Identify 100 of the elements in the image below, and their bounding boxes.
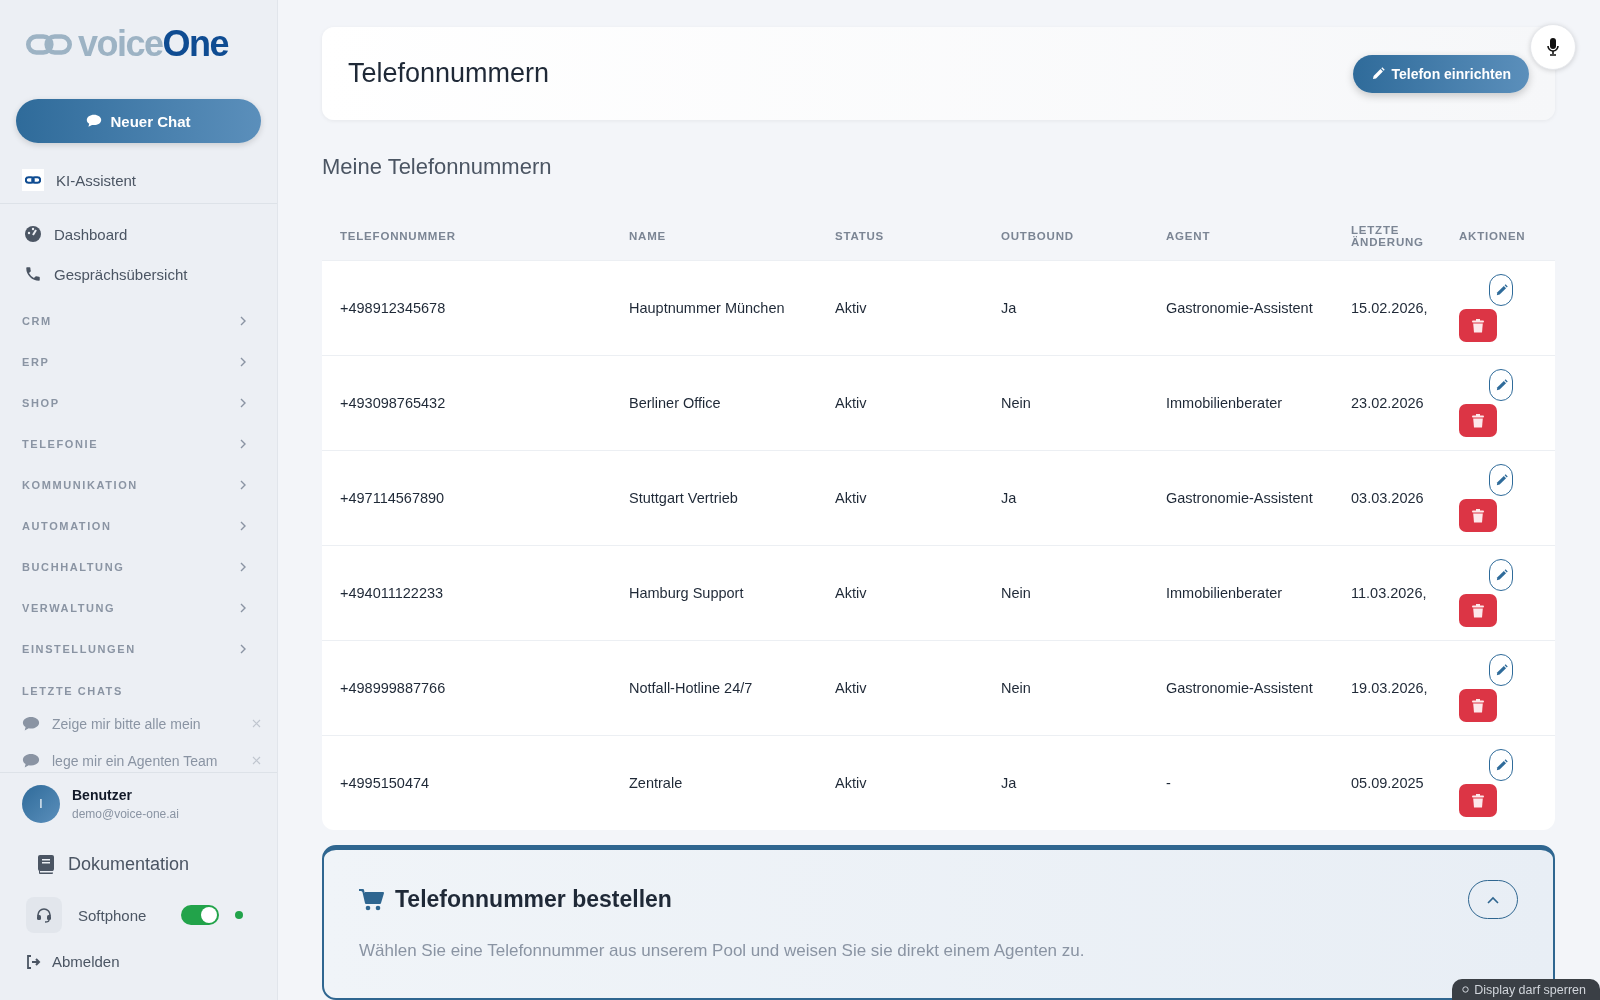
- table-cell-text: 23.02.2026: [1351, 395, 1425, 411]
- table-cell-text: Nein: [1001, 680, 1032, 696]
- nav-group[interactable]: SHOP: [0, 382, 277, 423]
- table-cell-text: 15.02.2026,: [1351, 300, 1429, 316]
- edit-button[interactable]: [1489, 749, 1513, 781]
- table-cell-text: +4995150474: [340, 775, 431, 791]
- order-title: Telefonnummer bestellen: [395, 886, 672, 913]
- setup-phone-button[interactable]: Telefon einrichten: [1353, 54, 1529, 93]
- trash-icon: [1472, 603, 1484, 618]
- nav-group[interactable]: TELEFONIE: [0, 423, 277, 464]
- table-cell-text: -: [1166, 775, 1172, 791]
- logo: voiceOne: [0, 0, 277, 66]
- table-cell-text: Aktiv: [835, 585, 868, 601]
- table-cell-text: Gastronomie-Assistent: [1166, 680, 1314, 696]
- documentation-link[interactable]: Dokumentation: [68, 854, 190, 875]
- pencil-icon: [1494, 758, 1508, 772]
- column-header: NAME: [629, 229, 668, 242]
- table-cell-text: Hauptnummer München: [629, 300, 786, 316]
- column-header: LETZTE ÄNDERUNG: [1351, 223, 1425, 248]
- edit-button[interactable]: [1489, 369, 1513, 401]
- table-cell-text: 05.09.2025: [1351, 775, 1425, 791]
- edit-button[interactable]: [1489, 464, 1513, 496]
- table-cell-text: 19.03.2026,: [1351, 680, 1429, 696]
- softphone-toggle[interactable]: [181, 905, 219, 925]
- nav-link[interactable]: Gesprächsübersicht: [54, 265, 188, 283]
- delete-button[interactable]: [1459, 689, 1497, 722]
- pencil-icon: [1494, 663, 1508, 677]
- chevron-icon: [239, 519, 247, 532]
- table-cell-text: Aktiv: [835, 300, 868, 316]
- logout-icon: [26, 954, 42, 969]
- nav-group[interactable]: KOMMUNIKATION: [0, 464, 277, 505]
- chevron-icon: [239, 478, 247, 491]
- recent-chat[interactable]: Zeige mir bitte alle mein: [52, 715, 240, 732]
- table-cell-text: 03.03.2026: [1351, 490, 1425, 506]
- order-description: Wählen Sie eine Telefonnummer aus unserem Pool und weisen Sie sie direkt einem Agenten zu.: [359, 941, 1086, 961]
- cart-icon: [359, 887, 385, 912]
- table-cell-text: Zentrale: [629, 775, 684, 791]
- table-cell-text: Aktiv: [835, 395, 868, 411]
- new-chat-button[interactable]: Neuer Chat: [16, 99, 261, 143]
- microphone-icon: [1547, 38, 1559, 56]
- table-cell-text: +493098765432: [340, 395, 447, 411]
- column-header: TELEFONNUMMER: [340, 229, 457, 242]
- pencil-icon: [1494, 473, 1508, 487]
- user-email: demo@voice-one.ai: [72, 807, 179, 821]
- edit-button[interactable]: [1489, 559, 1513, 591]
- table-cell-text: +494011122233: [340, 585, 445, 601]
- table-cell-text: Nein: [1001, 395, 1032, 411]
- nav-group[interactable]: CRM: [0, 300, 277, 341]
- nav-group[interactable]: ERP: [0, 341, 277, 382]
- edit-button[interactable]: [1489, 654, 1513, 686]
- logout-link[interactable]: Abmelden: [52, 953, 120, 970]
- assistant-link[interactable]: KI-Assistent: [56, 171, 137, 189]
- delete-button[interactable]: [1459, 594, 1497, 627]
- user-name: Benutzer: [72, 787, 133, 803]
- trash-icon: [1472, 413, 1484, 428]
- table-cell-text: Aktiv: [835, 490, 868, 506]
- chevron-icon: [239, 560, 247, 573]
- trash-icon: [1472, 508, 1484, 523]
- section-caption: LETZTE CHATS: [21, 684, 124, 699]
- column-header: OUTBOUND: [1001, 229, 1075, 242]
- table-cell-text: +497114567890: [340, 490, 446, 506]
- table-cell-text: +498999887766: [340, 680, 447, 696]
- microphone-button[interactable]: [1530, 24, 1576, 70]
- avatar: I: [22, 785, 60, 823]
- chat-bubble-icon: [22, 715, 40, 732]
- pencil-icon: [1494, 378, 1508, 392]
- gauge-icon: [24, 225, 42, 243]
- delete-button[interactable]: [1459, 309, 1497, 342]
- recent-chat[interactable]: lege mir ein Agenten Team: [52, 752, 240, 769]
- phone-icon: [24, 265, 42, 283]
- book-icon: [38, 855, 54, 874]
- chat-bubble-icon: [22, 752, 40, 769]
- chevron-icon: [1487, 895, 1499, 904]
- delete-button[interactable]: [1459, 499, 1497, 532]
- table-cell-text: Ja: [1001, 775, 1018, 791]
- chevron-icon: [239, 314, 247, 327]
- trash-icon: [1472, 318, 1484, 333]
- delete-button[interactable]: [1459, 784, 1497, 817]
- delete-button[interactable]: [1459, 404, 1497, 437]
- pencil-icon: [1494, 568, 1508, 582]
- nav-link[interactable]: Dashboard: [54, 225, 128, 243]
- link-icon: [22, 169, 44, 191]
- table-cell-text: Notfall-Hotline 24/7: [629, 680, 754, 696]
- table-cell-text: Hamburg Support: [629, 585, 745, 601]
- nav-group[interactable]: VERWALTUNG: [0, 587, 277, 628]
- chevron-icon: [239, 642, 247, 655]
- circle-icon: [1462, 986, 1470, 993]
- table-cell-text: Ja: [1001, 300, 1018, 316]
- table-cell-text: +498912345678: [340, 300, 447, 316]
- pencil-icon: [1371, 66, 1386, 81]
- chat-bubble-icon: [86, 114, 103, 128]
- nav-group[interactable]: BUCHHALTUNG: [0, 546, 277, 587]
- page-title: Telefonnummern: [348, 58, 550, 89]
- table-cell-text: Aktiv: [835, 775, 868, 791]
- trash-icon: [1472, 698, 1484, 713]
- nav-group[interactable]: AUTOMATION: [0, 505, 277, 546]
- edit-button[interactable]: [1489, 274, 1513, 306]
- toast: Display darf sperren: [1452, 979, 1600, 1000]
- table-cell-text: Immobilienberater: [1166, 395, 1284, 411]
- nav-group[interactable]: EINSTELLUNGEN: [0, 628, 277, 669]
